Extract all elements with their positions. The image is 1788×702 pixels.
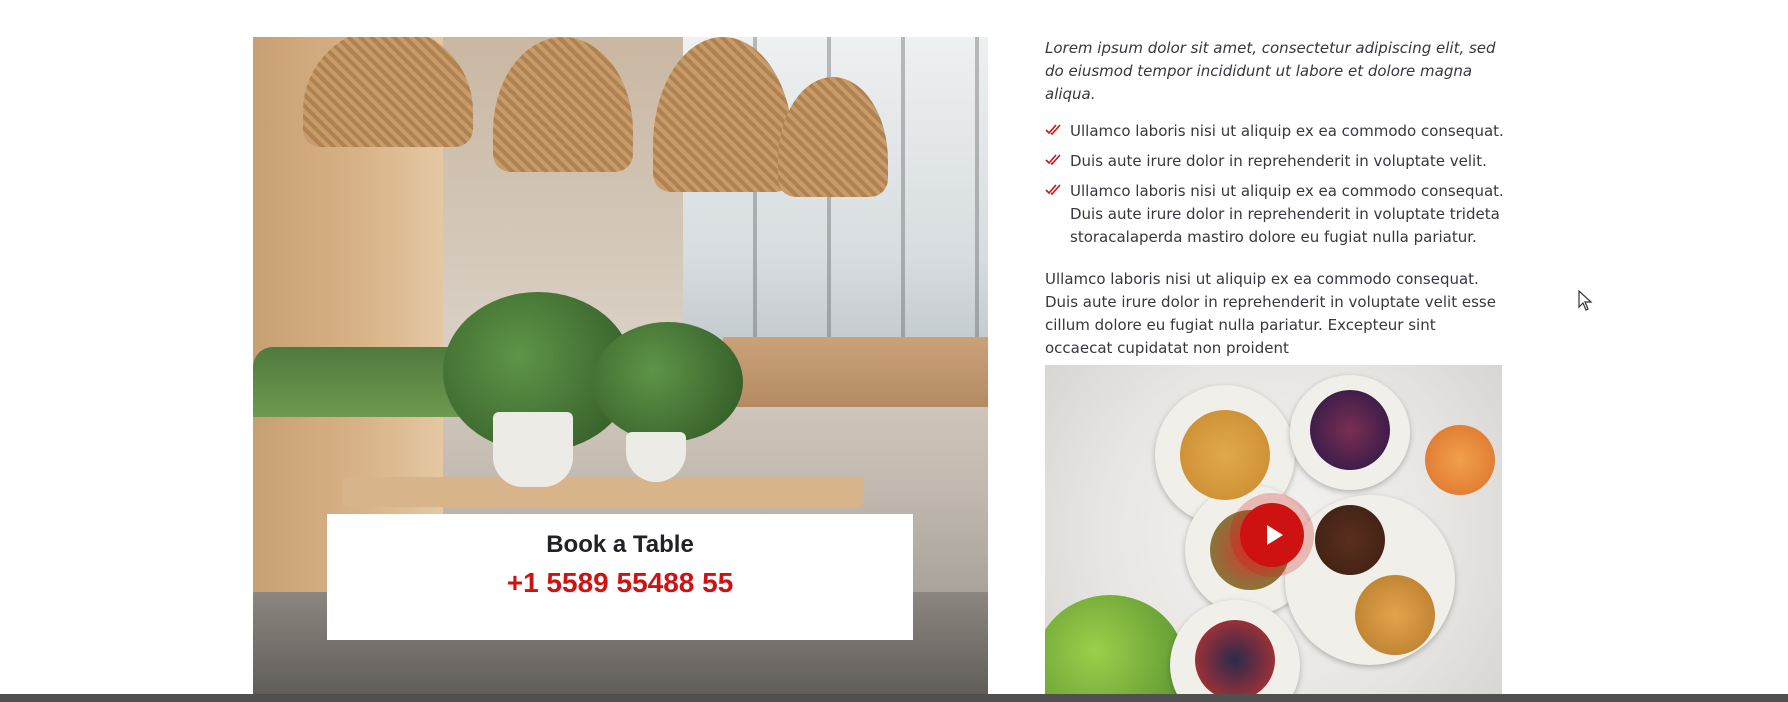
double-check-icon [1045,124,1061,136]
bar-counter [723,337,988,407]
book-a-table-title: Book a Table [546,531,694,558]
list-item-text: Duis aute irure dolor in reprehenderit i… [1070,152,1487,170]
waffle [1355,575,1435,655]
list-item: Ullamco laboris nisi ut aliquip ex ea co… [1045,120,1505,143]
greens [1045,595,1185,702]
bottom-bar [0,694,1788,702]
dining-table [343,477,863,507]
wicker-lamp [493,37,633,172]
list-item-text: Ullamco laboris nisi ut aliquip ex ea co… [1070,182,1504,246]
list-item: Ullamco laboris nisi ut aliquip ex ea co… [1045,180,1505,249]
wicker-lamp [303,37,473,147]
play-icon [1266,525,1283,545]
chocolate-cup [1315,505,1385,575]
double-check-icon [1045,184,1061,196]
plant-pot [626,432,686,482]
berry-bowl [1195,620,1275,700]
honey-jar [1425,425,1495,495]
list-item: Duis aute irure dolor in reprehenderit i… [1045,150,1505,173]
about-lead-text: Lorem ipsum dolor sit amet, consectetur … [1045,39,1496,103]
plant-pot [493,412,573,487]
book-a-table-phone[interactable]: +1 5589 55488 55 [327,567,913,599]
mouse-cursor-icon [1578,290,1593,311]
potted-plant [593,322,743,442]
double-check-icon [1045,154,1061,166]
list-item-text: Ullamco laboris nisi ut aliquip ex ea co… [1070,122,1504,140]
about-content: Lorem ipsum dolor sit amet, consectetur … [1045,37,1505,360]
waffle [1180,410,1270,500]
berry-bowl [1310,390,1390,470]
book-a-table-box: Book a Table +1 5589 55488 55 [327,514,913,640]
about-paragraph: Ullamco laboris nisi ut aliquip ex ea co… [1045,270,1496,357]
check-list: Ullamco laboris nisi ut aliquip ex ea co… [1045,120,1505,249]
play-video-button[interactable] [1240,503,1304,567]
